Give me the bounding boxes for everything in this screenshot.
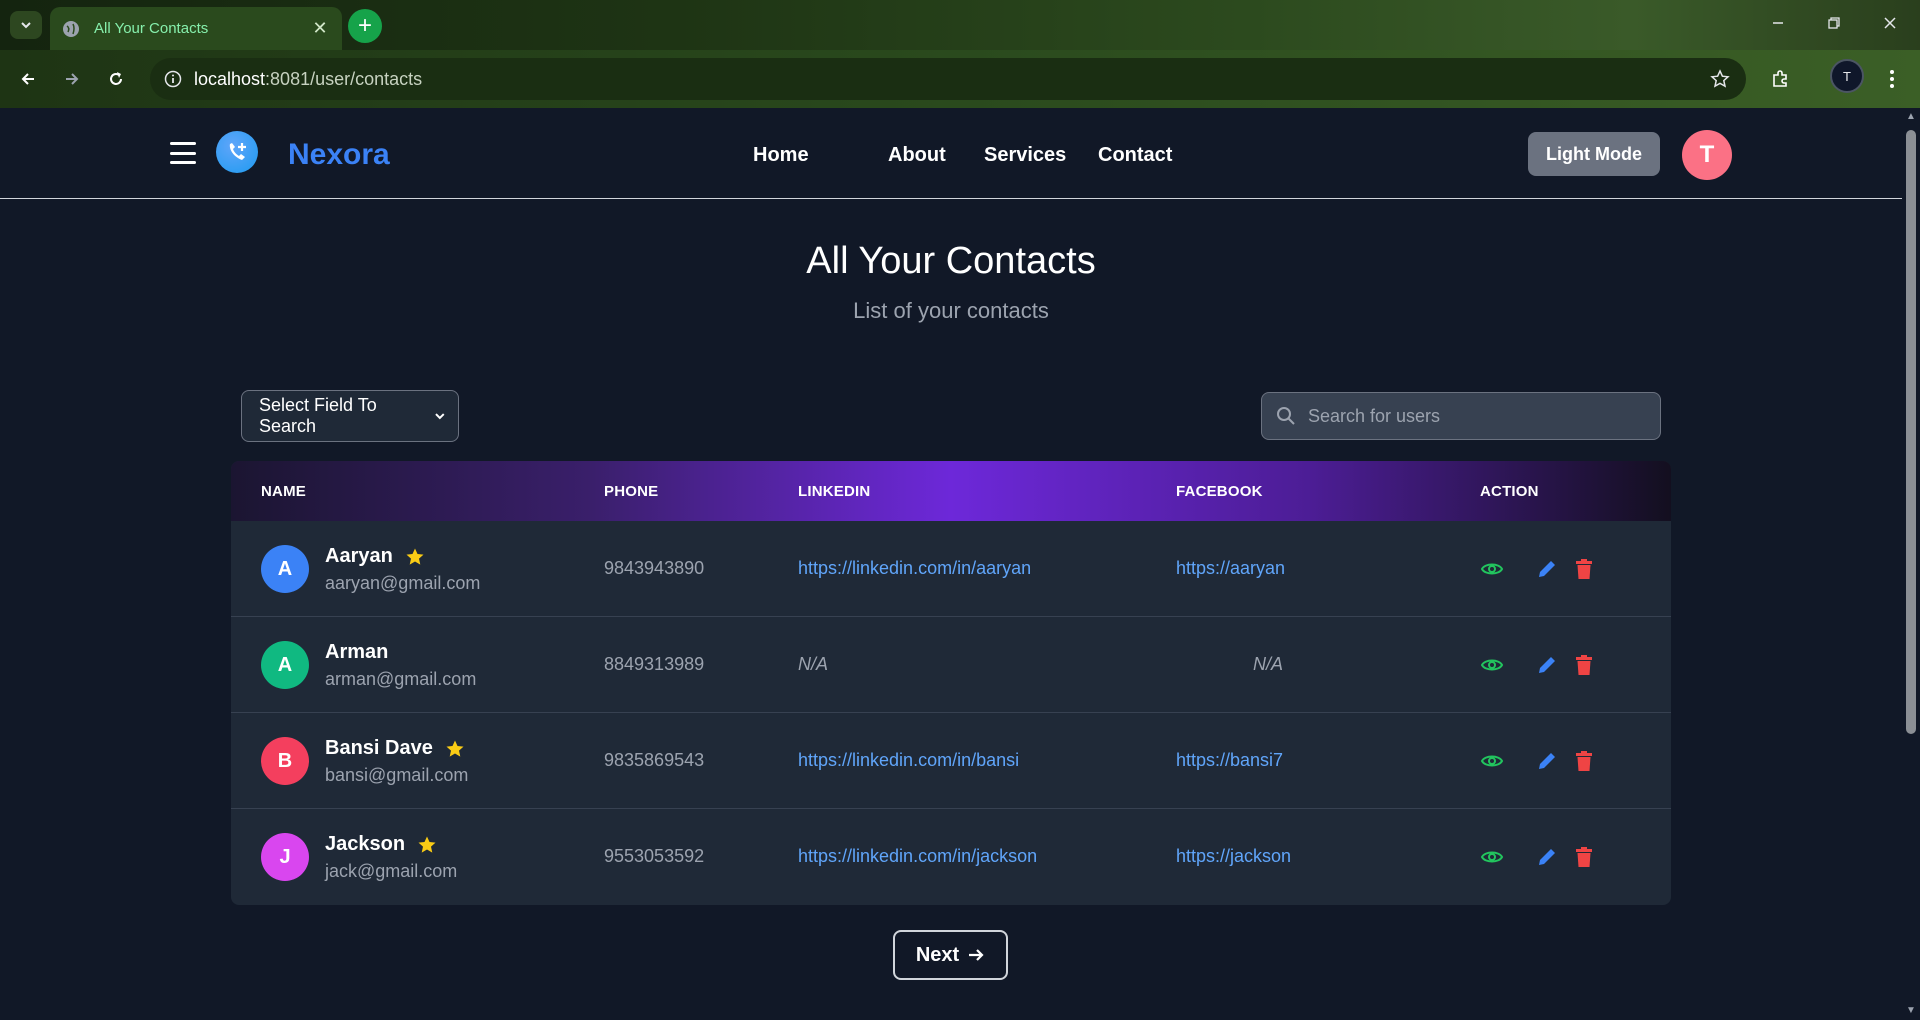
browser-profile-avatar[interactable]: T [1830, 59, 1864, 93]
scroll-up-icon[interactable]: ▲ [1906, 112, 1916, 122]
contact-linkedin-link[interactable]: https://linkedin.com/in/jackson [798, 846, 1037, 867]
table-row: A Aaryan aaryan@gmail.com 9843943890 htt… [231, 521, 1671, 617]
select-label: Select Field To Search [259, 395, 377, 436]
pencil-icon[interactable] [1535, 749, 1559, 773]
minimize-icon[interactable] [1760, 8, 1796, 38]
trash-icon[interactable] [1572, 749, 1596, 773]
page-title: All Your Contacts [806, 240, 1096, 282]
contact-linkedin-link[interactable]: https://linkedin.com/in/aaryan [798, 558, 1031, 579]
site-navbar: Nexora Home About Services Contact Light… [0, 108, 1902, 199]
globe-icon [63, 20, 79, 37]
chevron-down-icon [21, 22, 31, 29]
column-header-linkedin: LINKEDIN [798, 483, 871, 500]
contact-avatar: A [261, 641, 309, 689]
contact-facebook-link[interactable]: https://jackson [1176, 846, 1291, 867]
table-row: A Arman arman@gmail.com 8849313989 N/A N… [231, 617, 1671, 713]
trash-icon[interactable] [1572, 845, 1596, 869]
scroll-down-icon[interactable]: ▼ [1906, 1006, 1916, 1016]
browser-toolbar: localhost:8081/user/contacts [0, 50, 1920, 108]
next-page-button[interactable]: Next [893, 930, 1008, 980]
contact-phone: 9843943890 [604, 558, 705, 578]
eye-icon[interactable] [1480, 557, 1504, 581]
pencil-icon[interactable] [1535, 653, 1559, 677]
close-tab-icon[interactable]: ✕ [310, 18, 330, 39]
table-header: NAME PHONE LINKEDIN FACEBOOK ACTION [231, 461, 1671, 521]
tab-search-button[interactable] [10, 11, 42, 39]
scroll-thumb[interactable] [1906, 130, 1916, 734]
contact-email: arman@gmail.com [325, 669, 477, 689]
url-text[interactable]: localhost:8081/user/contacts [194, 69, 422, 90]
contact-facebook-link[interactable]: https://aaryan [1176, 558, 1285, 579]
eye-icon[interactable] [1480, 653, 1504, 677]
menu-dots-icon[interactable] [1876, 63, 1908, 95]
column-header-phone: PHONE [604, 483, 659, 500]
favorite-star-icon [418, 836, 436, 853]
tab-title: All Your Contacts [94, 20, 209, 37]
column-header-facebook: FACEBOOK [1176, 483, 1263, 500]
arrow-right-icon [969, 949, 984, 961]
contact-email: bansi@gmail.com [325, 765, 469, 785]
site-info-icon[interactable] [164, 70, 182, 88]
contacts-table: NAME PHONE LINKEDIN FACEBOOK ACTION A Aa… [231, 461, 1671, 905]
user-avatar[interactable]: T [1682, 130, 1732, 180]
extensions-icon[interactable] [1764, 63, 1796, 95]
restore-icon[interactable] [1816, 8, 1852, 38]
contact-phone: 8849313989 [604, 654, 705, 674]
search-box[interactable] [1261, 392, 1661, 440]
next-label: Next [915, 943, 960, 966]
favorite-star-icon [446, 740, 464, 757]
contact-facebook-link[interactable]: https://bansi7 [1176, 750, 1283, 771]
reload-icon[interactable] [100, 63, 132, 95]
trash-icon[interactable] [1572, 557, 1596, 581]
forward-icon[interactable] [56, 63, 88, 95]
eye-icon[interactable] [1480, 845, 1504, 869]
contact-name[interactable]: Arman [325, 641, 388, 664]
search-input[interactable] [1308, 405, 1628, 427]
close-window-icon[interactable] [1872, 8, 1908, 38]
address-bar[interactable]: localhost:8081/user/contacts [150, 58, 1746, 100]
contact-avatar: J [261, 833, 309, 881]
contact-phone: 9553053592 [604, 846, 705, 866]
contact-name[interactable]: Bansi Dave [325, 737, 465, 760]
pencil-icon[interactable] [1535, 557, 1559, 581]
favorite-star-icon [406, 548, 424, 565]
eye-icon[interactable] [1480, 749, 1504, 773]
nav-link-about[interactable]: About [888, 144, 946, 167]
theme-toggle-button[interactable]: Light Mode [1528, 132, 1660, 176]
contact-name[interactable]: Jackson [325, 833, 437, 856]
new-tab-button[interactable]: + [348, 9, 382, 43]
search-field-select[interactable]: Select Field To Search [241, 390, 459, 442]
nav-link-services[interactable]: Services [984, 144, 1066, 167]
column-header-name: NAME [261, 483, 306, 500]
hamburger-menu-icon[interactable] [170, 142, 196, 164]
table-row: B Bansi Dave bansi@gmail.com 9835869543 … [231, 713, 1671, 809]
contact-linkedin-na: N/A [798, 654, 829, 674]
browser-titlebar: All Your Contacts ✕ + [0, 0, 1920, 50]
contact-avatar: B [261, 737, 309, 785]
pencil-icon[interactable] [1535, 845, 1559, 869]
chevron-down-icon [435, 413, 445, 420]
phone-plus-logo-icon[interactable] [216, 131, 258, 173]
contact-avatar: A [261, 545, 309, 593]
contact-facebook-na: N/A [1252, 654, 1283, 674]
star-bookmark-icon[interactable] [1710, 69, 1730, 89]
column-header-action: ACTION [1480, 483, 1539, 500]
contact-linkedin-link[interactable]: https://linkedin.com/in/bansi [798, 750, 1019, 771]
page-subtitle: List of your contacts [853, 298, 1049, 323]
contact-phone: 9835869543 [604, 750, 705, 770]
page-content: Nexora Home About Services Contact Light… [0, 108, 1902, 1020]
contact-email: jack@gmail.com [325, 861, 458, 881]
nav-link-home[interactable]: Home [753, 144, 809, 167]
trash-icon[interactable] [1572, 653, 1596, 677]
table-row: J Jackson jack@gmail.com 9553053592 http… [231, 809, 1671, 905]
brand-name[interactable]: Nexora [288, 138, 390, 172]
contact-name[interactable]: Aaryan [325, 545, 425, 568]
nav-link-contact[interactable]: Contact [1098, 144, 1172, 167]
browser-tab[interactable]: All Your Contacts ✕ [50, 7, 342, 50]
page-scrollbar[interactable]: ▲ ▼ [1902, 108, 1920, 1020]
contact-email: aaryan@gmail.com [325, 573, 481, 593]
search-icon [1277, 407, 1295, 425]
back-icon[interactable] [12, 63, 44, 95]
